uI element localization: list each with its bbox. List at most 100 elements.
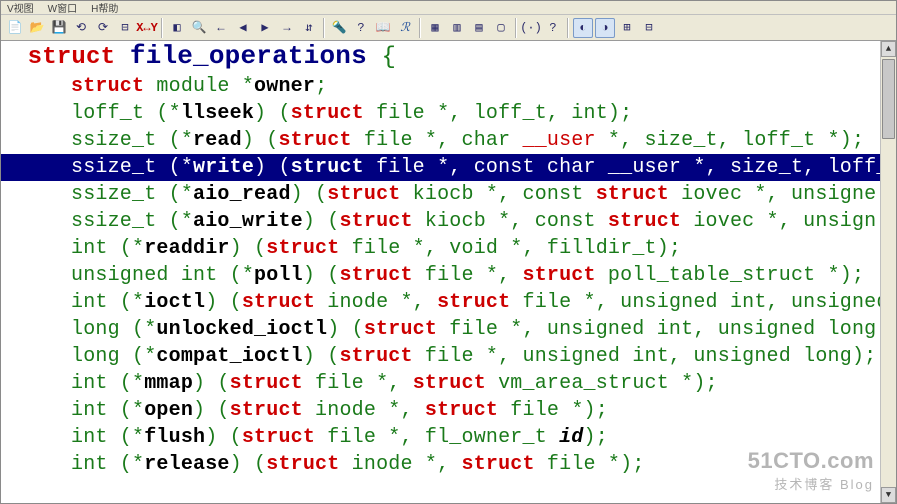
tb-mode2-icon[interactable]: ◑	[595, 18, 615, 38]
code-line-selected: ssize_t (*write) (struct file *, const c…	[1, 154, 896, 181]
punc: ) (	[205, 291, 242, 314]
type: loff_t (*	[71, 102, 181, 125]
tb-forward-icon[interactable]: ▶	[255, 18, 275, 38]
tb-sort-icon[interactable]: ⇵	[299, 18, 319, 38]
scrollbar-thumb[interactable]	[882, 59, 895, 139]
tb-whatsthis-icon[interactable]: ?	[543, 18, 563, 38]
code-line: ssize_t (*read) (struct file *, char __u…	[1, 127, 896, 154]
type: ssize_t (*	[71, 129, 193, 152]
keyword: struct	[523, 264, 596, 287]
code-line: int (*ioctl) (struct inode *, struct fil…	[1, 289, 896, 316]
tb-collapse2-icon[interactable]: ⊟	[639, 18, 659, 38]
type: int (*	[71, 426, 144, 449]
tb-ref-icon[interactable]: ℛ	[395, 18, 415, 38]
toolbar-separator	[567, 18, 569, 38]
member: release	[144, 453, 229, 476]
keyword: struct	[364, 318, 437, 341]
tb-forward-last-icon[interactable]: →	[277, 18, 297, 38]
toolbar-separator	[161, 18, 163, 38]
user-macro: __user	[608, 156, 681, 179]
params: kiocb *, const	[413, 210, 608, 233]
keyword: struct	[437, 291, 510, 314]
params: );	[584, 426, 608, 449]
params: file *, unsigned int, unsigned lo	[510, 291, 896, 314]
tb-new-icon[interactable]: 📄	[5, 18, 25, 38]
keyword: struct	[425, 399, 498, 422]
type: ssize_t (*	[71, 210, 193, 233]
code-line: int (*mmap) (struct file *, struct vm_ar…	[1, 370, 896, 397]
member: ioctl	[144, 291, 205, 314]
scroll-down-icon[interactable]: ▼	[881, 487, 896, 503]
params: vm_area_struct *);	[486, 372, 718, 395]
tb-layout3-icon[interactable]: ▤	[469, 18, 489, 38]
tb-highlight-icon[interactable]: 🔦	[329, 18, 349, 38]
tb-layout4-icon[interactable]: ▢	[491, 18, 511, 38]
punc: ) (	[205, 426, 242, 449]
tb-collapse-icon[interactable]: ⊟	[115, 18, 135, 38]
type: ssize_t (*	[71, 183, 193, 206]
keyword: struct	[608, 210, 681, 233]
ident: id	[559, 426, 583, 449]
toolbar-separator	[419, 18, 421, 38]
tb-open-icon[interactable]: 📂	[27, 18, 47, 38]
params: file *, const char	[364, 156, 608, 179]
keyword: struct	[596, 183, 669, 206]
params: poll_table_struct *);	[596, 264, 864, 287]
tb-layout1-icon[interactable]: ▦	[425, 18, 445, 38]
tb-search-icon[interactable]: 🔍	[189, 18, 209, 38]
member: owner	[254, 75, 315, 98]
keyword: struct	[71, 75, 144, 98]
params: inode *,	[303, 399, 425, 422]
menu-bar[interactable]: V视图 W窗口 H帮助	[1, 1, 896, 15]
params: *, size_t, loff_t *);	[596, 129, 864, 152]
tb-back-first-icon[interactable]: ←	[211, 18, 231, 38]
code-line: unsigned int (*poll) (struct file *, str…	[1, 262, 896, 289]
type: int (*	[71, 399, 144, 422]
tb-paren-icon[interactable]: (·)	[521, 18, 541, 38]
tb-panel-icon[interactable]: ◧	[167, 18, 187, 38]
tb-layout2-icon[interactable]: ▥	[447, 18, 467, 38]
punc: ) (	[230, 453, 267, 476]
menu-window[interactable]: W窗口	[48, 0, 77, 15]
params: file *,	[303, 372, 413, 395]
member: write	[193, 156, 254, 179]
vertical-scrollbar[interactable]: ▲ ▼	[880, 41, 896, 503]
scrollbar-track[interactable]	[881, 57, 896, 487]
tb-book-icon[interactable]: 📖	[373, 18, 393, 38]
member: llseek	[181, 102, 254, 125]
keyword: struct	[242, 426, 315, 449]
tb-expand-icon[interactable]: ⊞	[617, 18, 637, 38]
keyword: struct	[230, 399, 303, 422]
scroll-up-icon[interactable]: ▲	[881, 41, 896, 57]
tb-redo-icon[interactable]: ⟳	[93, 18, 113, 38]
code-line: struct file_operations {	[1, 41, 896, 73]
params: file *, unsigned int, unsigned long);	[413, 345, 877, 368]
params: file *, loff_t, int);	[364, 102, 632, 125]
member: read	[193, 129, 242, 152]
menu-help[interactable]: H帮助	[91, 0, 118, 15]
member: flush	[144, 426, 205, 449]
code-line: ssize_t (*aio_read) (struct kiocb *, con…	[1, 181, 896, 208]
code-line: int (*readdir) (struct file *, void *, f…	[1, 235, 896, 262]
member: open	[144, 399, 193, 422]
params: kiocb *, const	[400, 183, 595, 206]
member: unlocked_ioctl	[156, 318, 327, 341]
tb-mode1-icon[interactable]: ◐	[573, 18, 593, 38]
params: iovec *, unsign	[681, 210, 876, 233]
tb-swap-icon[interactable]: X↔Y	[137, 18, 157, 38]
tb-back-icon[interactable]: ◀	[233, 18, 253, 38]
toolbar-separator	[515, 18, 517, 38]
tb-save-icon[interactable]: 💾	[49, 18, 69, 38]
code-editor[interactable]: struct file_operations { struct module *…	[1, 41, 896, 503]
params: inode *,	[339, 453, 461, 476]
tb-help-icon[interactable]: ?	[351, 18, 371, 38]
type: module *	[144, 75, 254, 98]
keyword: struct	[291, 102, 364, 125]
brace: {	[367, 44, 396, 71]
member: aio_write	[193, 210, 303, 233]
tb-undo-icon[interactable]: ⟲	[71, 18, 91, 38]
params: iovec *, unsigne	[669, 183, 876, 206]
punc: ) (	[291, 183, 328, 206]
menu-view[interactable]: V视图	[7, 0, 34, 15]
member: readdir	[144, 237, 229, 260]
